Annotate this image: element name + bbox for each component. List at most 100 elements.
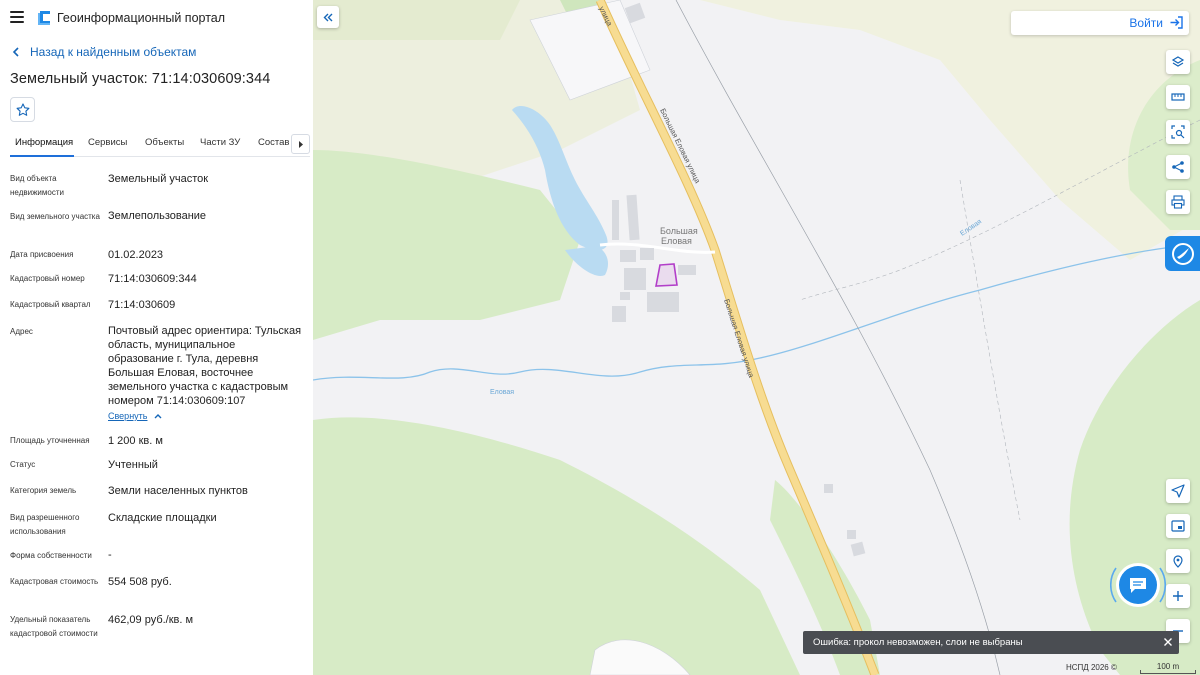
nspd-assistant-button[interactable] (1165, 236, 1200, 271)
prop-label-land-category: Категория земель (10, 486, 77, 495)
collapse-label: Свернуть (108, 411, 148, 421)
select-area-button[interactable] (1166, 120, 1190, 144)
caret-right-icon (298, 140, 303, 148)
prop-label-parcel-type: Вид земельного участка (10, 212, 100, 221)
prop-label-ownership: Форма собственности (10, 551, 92, 560)
collapse-panel-button[interactable] (317, 6, 339, 28)
field-area (313, 0, 520, 40)
geolocation-button[interactable] (1166, 479, 1190, 503)
building (824, 484, 833, 493)
double-chevron-left-icon (323, 13, 333, 21)
share-button[interactable] (1166, 155, 1190, 179)
chevron-left-icon (12, 47, 19, 57)
village-label: Еловая (661, 236, 692, 246)
building (612, 200, 619, 240)
portal-logo-icon (38, 11, 50, 25)
navigation-arrow-icon (1171, 484, 1185, 498)
nspd-logo-icon (1171, 242, 1194, 265)
prop-value-cadastral-value: 554 508 руб. (108, 576, 172, 588)
back-link-label: Назад к найденным объектам (30, 45, 197, 59)
building (612, 306, 626, 322)
my-location-button[interactable] (1166, 549, 1190, 573)
prop-value-land-category: Земли населенных пунктов (108, 485, 248, 497)
app-header: Геоинформационный портал (0, 0, 313, 36)
prop-label-cadastral-quarter: Кадастровый квартал (10, 300, 91, 309)
chevron-up-icon (154, 414, 162, 419)
scale-bar (1140, 670, 1196, 674)
error-toast: Ошибка: прокол невозможен, слои не выбра… (803, 631, 1179, 654)
building (678, 265, 696, 275)
prop-value-object-type: Земельный участок (108, 173, 209, 185)
tab-composition[interactable]: Состав (258, 137, 289, 148)
building (850, 541, 866, 557)
building (620, 292, 630, 300)
tab-objects[interactable]: Объекты (145, 137, 184, 148)
building (626, 194, 640, 241)
prop-label-cadastral-number: Кадастровый номер (10, 274, 85, 283)
print-button[interactable] (1166, 190, 1190, 214)
prop-value-parcel-type: Землепользование (108, 210, 207, 222)
minimap-button[interactable] (1166, 514, 1190, 538)
measure-button[interactable] (1166, 85, 1190, 109)
ruler-icon (1171, 93, 1185, 101)
prop-label-unit-value: Удельный показатель кадастровой стоимост… (10, 615, 98, 638)
building (647, 292, 679, 312)
print-icon (1171, 195, 1185, 209)
prop-label-object-type: Вид объекта недвижимости (10, 174, 64, 197)
building (640, 248, 654, 260)
building (624, 268, 646, 290)
forest-area (313, 417, 800, 675)
prop-label-permitted-use: Вид разрешенного использования (10, 513, 80, 536)
tab-parcel-parts[interactable]: Части ЗУ (200, 137, 240, 148)
favorite-button[interactable] (10, 97, 35, 122)
prop-value-unit-value: 462,09 руб./кв. м (108, 614, 194, 626)
prop-label-address: Адрес (10, 327, 33, 336)
star-icon (16, 102, 29, 116)
tabs: Информация Сервисы Объекты Части ЗУ Сост… (10, 130, 310, 157)
prop-label-status: Статус (10, 460, 36, 469)
prop-value-cadastral-number: 71:14:030609:344 (108, 273, 197, 285)
side-road (599, 242, 716, 254)
stream-label: Еловая (490, 389, 514, 396)
info-panel: Геоинформационный портал Назад к найденн… (0, 0, 313, 675)
login-button[interactable]: Войти (1011, 11, 1189, 35)
forest-area (313, 150, 580, 340)
prop-value-permitted-use: Складские площадки (108, 512, 217, 524)
prop-value-address: Почтовый адрес ориентира: Тульская облас… (108, 325, 302, 407)
map-canvas[interactable]: Большая Еловая улица Большая Еловая улиц… (313, 0, 1200, 675)
prop-value-status: Учтенный (108, 459, 158, 471)
app-title: Геоинформационный портал (57, 11, 226, 25)
zoom-in-button[interactable] (1166, 584, 1190, 608)
area-select-icon (1171, 125, 1185, 139)
prop-value-assign-date: 01.02.2023 (108, 249, 164, 261)
tabs-scroll-right-button[interactable] (291, 134, 310, 154)
map-view[interactable]: Большая Еловая улица Большая Еловая улиц… (313, 0, 1200, 675)
tab-services[interactable]: Сервисы (88, 137, 127, 148)
building (847, 530, 856, 539)
village-label: Большая (660, 226, 698, 236)
plus-icon (1173, 591, 1183, 601)
tab-information[interactable]: Информация (15, 137, 73, 148)
object-title: Земельный участок: 71:14:030609:344 (10, 71, 271, 87)
close-icon[interactable] (1162, 636, 1174, 648)
map-attribution: НСПД 2026 © (1066, 663, 1117, 672)
prop-label-area: Площадь уточненная (10, 436, 90, 445)
back-link[interactable]: Назад к найденным объектам (12, 45, 196, 59)
chat-button[interactable] (1119, 566, 1157, 604)
selected-parcel[interactable] (655, 263, 678, 287)
minimap-icon (1171, 520, 1185, 532)
prop-label-assign-date: Дата присвоения (10, 250, 74, 259)
prop-value-cadastral-quarter: 71:14:030609 (108, 299, 176, 311)
prop-value-area: 1 200 кв. м (108, 435, 163, 447)
building (620, 250, 636, 262)
layers-button[interactable] (1166, 50, 1190, 74)
street-label: Большая Еловая улица (722, 298, 756, 380)
login-label: Войти (1129, 16, 1163, 30)
location-pin-icon (1173, 555, 1183, 568)
prop-value-ownership: - (108, 549, 112, 561)
login-icon (1170, 16, 1183, 29)
chat-icon (1130, 578, 1146, 593)
collapse-link[interactable]: Свернуть (108, 411, 162, 421)
menu-icon[interactable] (10, 11, 24, 23)
share-icon (1172, 161, 1184, 173)
